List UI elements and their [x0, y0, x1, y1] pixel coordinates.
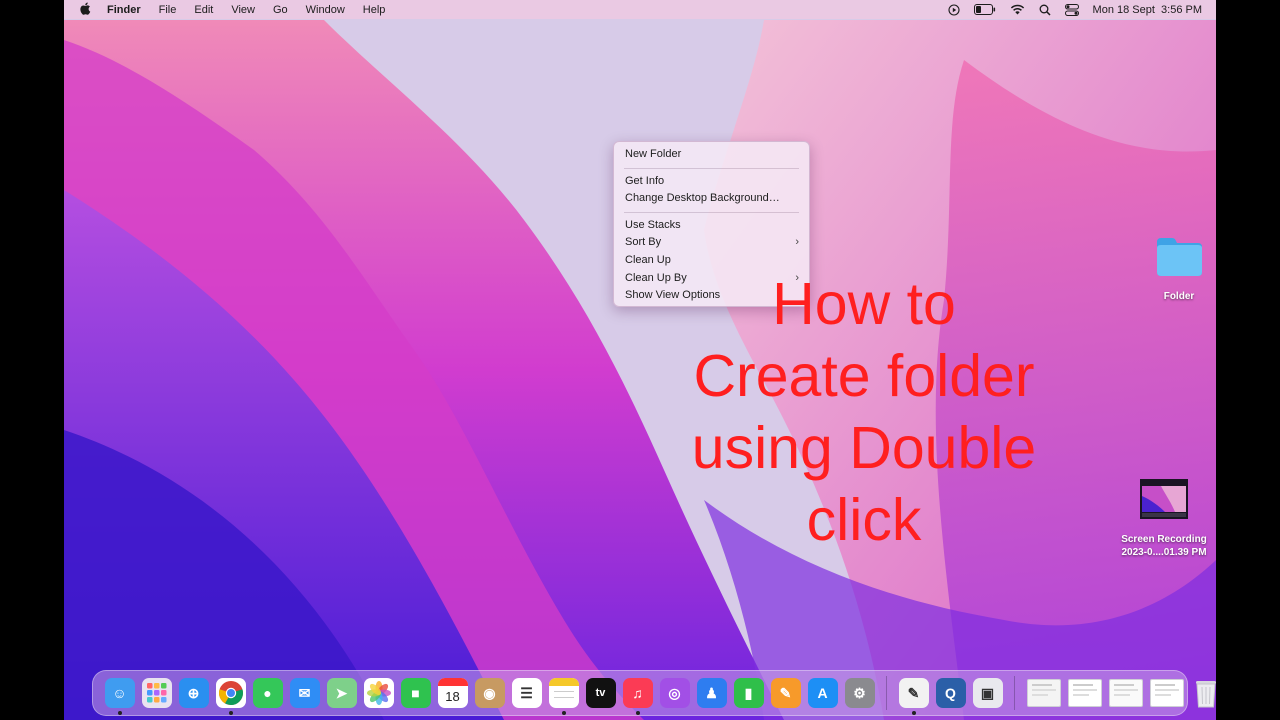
status-area: Mon 18 Sept 3:56 PM: [934, 0, 1202, 19]
menu-go[interactable]: Go: [273, 4, 288, 16]
mail-icon[interactable]: ✉: [289, 678, 320, 708]
numbers-icon[interactable]: ▮: [733, 678, 764, 708]
dock: ☺ ⊕ ● ✉ ➤ ■ 18 ◉ ☰ tv ♫ ◎ ♟ ▮ ✎ A ⚙ ✎ Q ▣: [92, 670, 1216, 716]
desktop-screen-recording-file[interactable]: Screen Recording 2023-0....01.39 PM: [1114, 478, 1214, 558]
menu-item-use-stacks[interactable]: Use Stacks: [614, 217, 809, 235]
system-preferences-icon[interactable]: ⚙: [844, 678, 875, 708]
trash-icon[interactable]: [1191, 678, 1217, 708]
overlay-line-3: using Double: [691, 415, 1037, 481]
desktop-folder-label: Folder: [1163, 291, 1195, 302]
dock-divider: [1014, 676, 1015, 710]
control-center-icon[interactable]: [1064, 3, 1079, 16]
menubar-datetime[interactable]: Mon 18 Sept 3:56 PM: [1093, 4, 1202, 16]
app-store-icon[interactable]: A: [807, 678, 838, 708]
document-thumbnail-icon[interactable]: [1067, 679, 1102, 707]
folder-icon: [1157, 238, 1202, 276]
pages-icon[interactable]: ✎: [770, 678, 801, 708]
menu-window[interactable]: Window: [306, 4, 345, 16]
calendar-icon[interactable]: 18: [437, 678, 468, 708]
messages-icon[interactable]: ●: [252, 678, 283, 708]
menu-item-new-folder[interactable]: New Folder: [614, 146, 809, 164]
podcasts-icon[interactable]: ◎: [659, 678, 690, 708]
textedit-icon[interactable]: ✎: [898, 678, 929, 715]
menu-item-change-desktop-background[interactable]: Change Desktop Background…: [614, 190, 809, 208]
battery-icon[interactable]: [973, 4, 996, 15]
dock-divider: [886, 676, 887, 710]
overlay-line-4: click: [806, 487, 922, 553]
menu-edit[interactable]: Edit: [194, 4, 213, 16]
chevron-right-icon: ›: [795, 236, 799, 249]
screen-recording-label-line1: Screen Recording: [1121, 534, 1207, 545]
play-icon[interactable]: [947, 3, 960, 16]
running-indicator: [635, 711, 640, 715]
document-thumbnail-icon[interactable]: [1108, 679, 1143, 707]
document-thumbnail-icon[interactable]: [1026, 679, 1061, 707]
document-thumbnail-icon[interactable]: [1149, 679, 1184, 707]
contacts-icon[interactable]: ◉: [474, 678, 505, 708]
launchpad-icon[interactable]: [141, 678, 172, 708]
running-indicator: [911, 711, 916, 715]
apple-icon[interactable]: [80, 2, 91, 18]
preview-icon[interactable]: ▣: [972, 678, 1003, 708]
desktop-screen[interactable]: Finder File Edit View Go Window Help Mon…: [64, 0, 1216, 720]
wifi-icon[interactable]: [1010, 4, 1025, 15]
menu-bar: Finder File Edit View Go Window Help Mon…: [64, 0, 1216, 19]
music-icon[interactable]: ♫: [622, 678, 653, 715]
desktop-folder[interactable]: Folder: [1144, 234, 1214, 302]
tutorial-overlay-text: How to Create folder using Double click: [674, 268, 1054, 556]
facetime-icon[interactable]: ■: [400, 678, 431, 708]
reminders-icon[interactable]: ☰: [511, 678, 542, 708]
menu-item-sort-by[interactable]: Sort By ›: [614, 234, 809, 252]
running-indicator: [228, 711, 233, 715]
overlay-line-1: How to: [772, 271, 956, 337]
menu-separator: [624, 211, 799, 213]
menu-item-get-info[interactable]: Get Info: [614, 173, 809, 191]
menu-file[interactable]: File: [159, 4, 177, 16]
keynote-icon[interactable]: ♟: [696, 678, 727, 708]
menu-item-clean-up[interactable]: Clean Up: [614, 252, 809, 270]
video-thumbnail-icon: [1140, 479, 1188, 519]
apple-tv-icon[interactable]: tv: [585, 678, 616, 708]
notes-icon[interactable]: [548, 678, 579, 715]
quicktime-icon[interactable]: Q: [935, 678, 966, 708]
running-indicator: [561, 711, 566, 715]
screen-recording-label-line2: 2023-0....01.39 PM: [1121, 547, 1207, 558]
menu-separator: [624, 167, 799, 169]
menu-item-label: New Folder: [625, 148, 682, 160]
chrome-icon[interactable]: [215, 678, 246, 715]
menu-item-label: Clean Up: [625, 253, 671, 266]
menu-item-label: Sort By: [625, 236, 662, 249]
running-indicator: [117, 711, 122, 715]
app-menu-finder[interactable]: Finder: [107, 4, 141, 16]
menu-help[interactable]: Help: [363, 4, 386, 16]
spotlight-search-icon[interactable]: [1039, 4, 1051, 16]
menu-view[interactable]: View: [231, 4, 255, 16]
safari-icon[interactable]: ⊕: [178, 678, 209, 708]
maps-icon[interactable]: ➤: [326, 678, 357, 708]
menu-item-label: Change Desktop Background…: [625, 192, 780, 205]
finder-icon[interactable]: ☺: [104, 678, 135, 715]
menu-item-label: Use Stacks: [625, 218, 681, 231]
photos-icon[interactable]: [363, 678, 394, 708]
overlay-line-2: Create folder: [693, 343, 1035, 409]
menu-item-label: Get Info: [625, 174, 665, 187]
